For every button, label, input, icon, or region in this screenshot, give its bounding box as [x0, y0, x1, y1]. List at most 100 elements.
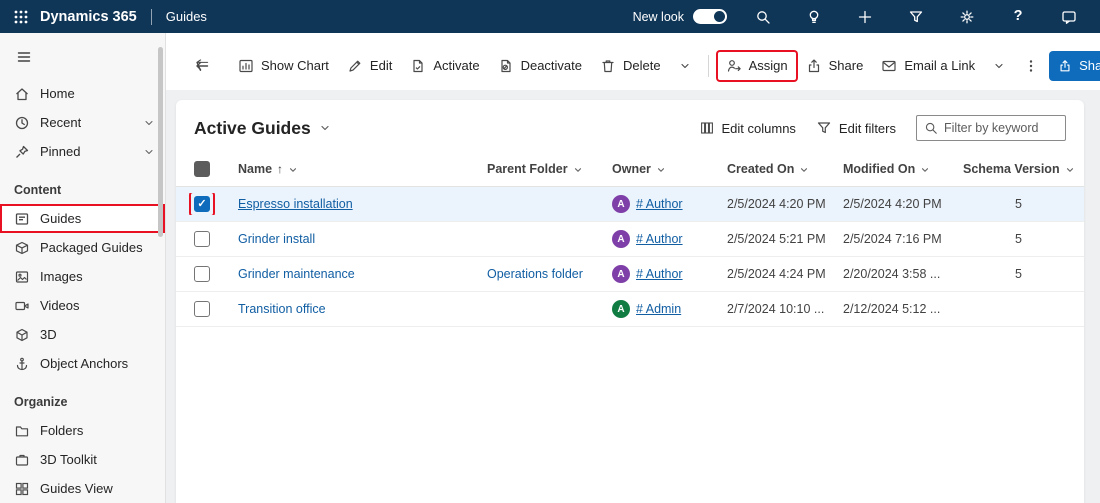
- sidebar-item-label: Guides View: [40, 481, 113, 496]
- edit-button[interactable]: Edit: [339, 52, 400, 80]
- toggle-switch-on[interactable]: [693, 9, 727, 24]
- sidebar-item-guides-view[interactable]: Guides View: [0, 474, 165, 503]
- sitemap-collapse-button[interactable]: [12, 45, 36, 69]
- owner-link[interactable]: # Admin: [636, 302, 681, 316]
- created-on-value: 2/5/2024 4:24 PM: [717, 267, 833, 281]
- chevron-down-icon[interactable]: [143, 146, 155, 158]
- delete-split-chevron[interactable]: [671, 54, 699, 78]
- column-header-modified-on[interactable]: Modified On: [833, 162, 953, 176]
- column-header-parent-folder[interactable]: Parent Folder: [477, 162, 602, 176]
- app-name[interactable]: Guides: [166, 9, 207, 24]
- chevron-down-icon: [799, 164, 809, 174]
- image-icon: [14, 269, 30, 285]
- search-button[interactable]: [748, 2, 778, 32]
- row-checkbox[interactable]: [194, 301, 210, 317]
- app-launcher-button[interactable]: [6, 2, 36, 32]
- activate-button[interactable]: Activate: [402, 52, 487, 80]
- command-overflow-chevron[interactable]: [985, 54, 1013, 78]
- settings-button[interactable]: [952, 2, 982, 32]
- parent-folder-link[interactable]: Operations folder: [487, 267, 583, 281]
- schema-version-value: 5: [953, 267, 1084, 281]
- guide-name-link[interactable]: Grinder maintenance: [238, 267, 355, 281]
- column-header-owner[interactable]: Owner: [602, 162, 717, 176]
- select-all-checkbox[interactable]: [194, 161, 210, 177]
- table-row[interactable]: Transition office A # Admin 2/7/2024 10:…: [176, 292, 1084, 327]
- owner-cell: A # Author: [602, 230, 717, 248]
- guide-name-link[interactable]: Transition office: [238, 302, 326, 316]
- chevron-down-icon: [319, 122, 331, 134]
- hamburger-icon: [16, 49, 32, 65]
- sidebar-item-packaged-guides[interactable]: Packaged Guides: [0, 233, 165, 262]
- chevron-down-icon: [679, 60, 691, 72]
- column-header-name[interactable]: Name ↑: [228, 162, 477, 176]
- row-checkbox[interactable]: [194, 266, 210, 282]
- table-row[interactable]: Espresso installation A # Author 2/5/202…: [176, 187, 1084, 222]
- sidebar-section-organize: Organize: [0, 378, 165, 416]
- deactivate-button[interactable]: Deactivate: [490, 52, 590, 80]
- new-look-toggle[interactable]: New look: [633, 9, 727, 24]
- sidebar-item-3d[interactable]: 3D: [0, 320, 165, 349]
- owner-link[interactable]: # Author: [636, 267, 683, 281]
- table-row[interactable]: Grinder maintenance Operations folder A …: [176, 257, 1084, 292]
- owner-cell: A # Admin: [602, 300, 717, 318]
- column-header-schema-version[interactable]: Schema Version: [953, 162, 1084, 176]
- filter-keyword-input[interactable]: [916, 115, 1066, 141]
- edit-columns-button[interactable]: Edit columns: [699, 120, 796, 136]
- show-chart-button[interactable]: Show Chart: [230, 52, 337, 80]
- sidebar-item-recent[interactable]: Recent: [0, 108, 165, 137]
- guide-name-link[interactable]: Grinder install: [238, 232, 315, 246]
- email-a-link-button[interactable]: Email a Link: [873, 52, 983, 80]
- folder-icon: [14, 423, 30, 439]
- back-button[interactable]: [186, 52, 218, 80]
- chevron-down-icon: [288, 164, 298, 174]
- share-command-button[interactable]: Share: [798, 52, 872, 80]
- row-checkbox[interactable]: [194, 196, 210, 212]
- sidebar-item-label: Videos: [40, 298, 80, 313]
- sidebar-item-label: Recent: [40, 115, 81, 130]
- sidebar-item-object-anchors[interactable]: Object Anchors: [0, 349, 165, 378]
- sidebar-item-videos[interactable]: Videos: [0, 291, 165, 320]
- sidebar-item-label: Guides: [40, 211, 81, 226]
- brand-title[interactable]: Dynamics 365: [40, 9, 137, 25]
- name-cell: Grinder maintenance: [228, 267, 477, 281]
- package-icon: [14, 240, 30, 256]
- delete-button[interactable]: Delete: [592, 52, 669, 80]
- modified-on-value: 2/5/2024 7:16 PM: [833, 232, 953, 246]
- add-button[interactable]: [850, 2, 880, 32]
- table-row[interactable]: Grinder install A # Author 2/5/2024 5:21…: [176, 222, 1084, 257]
- edit-label: Edit: [370, 58, 392, 73]
- sidebar-item-folders[interactable]: Folders: [0, 416, 165, 445]
- guides-grid: Name ↑ Parent Folder Owner: [176, 152, 1084, 503]
- share-primary-button[interactable]: Share: [1049, 51, 1100, 81]
- ideas-button[interactable]: [799, 2, 829, 32]
- column-header-created-on[interactable]: Created On: [717, 162, 833, 176]
- assign-button[interactable]: Assign: [718, 52, 796, 80]
- row-checkbox[interactable]: [194, 231, 210, 247]
- columns-icon: [699, 120, 715, 136]
- sidebar-item-home[interactable]: Home: [0, 79, 165, 108]
- sidebar-item-pinned[interactable]: Pinned: [0, 137, 165, 166]
- help-button[interactable]: ?: [1003, 2, 1033, 32]
- modified-on-value: 2/5/2024 4:20 PM: [833, 197, 953, 211]
- activate-document-icon: [410, 58, 426, 74]
- chevron-down-icon[interactable]: [143, 117, 155, 129]
- topbar-left: Dynamics 365 Guides: [6, 2, 207, 32]
- sidebar-scrollbar-thumb[interactable]: [158, 47, 163, 237]
- filter-button[interactable]: [901, 2, 931, 32]
- sidebar-item-guides[interactable]: Guides: [0, 204, 165, 233]
- sidebar-item-images[interactable]: Images: [0, 262, 165, 291]
- row-checkbox-wrap: [191, 263, 213, 285]
- edit-filters-button[interactable]: Edit filters: [816, 120, 896, 136]
- guide-name-link[interactable]: Espresso installation: [238, 197, 353, 211]
- new-look-label: New look: [633, 10, 684, 24]
- column-label: Created On: [727, 162, 794, 176]
- feedback-button[interactable]: [1054, 2, 1084, 32]
- more-commands-button[interactable]: [1015, 52, 1047, 80]
- owner-link[interactable]: # Author: [636, 197, 683, 211]
- owner-link[interactable]: # Author: [636, 232, 683, 246]
- sort-ascending-icon: ↑: [277, 162, 283, 176]
- sidebar-item-label: Folders: [40, 423, 83, 438]
- view-selector[interactable]: Active Guides: [194, 118, 331, 139]
- owner-avatar: A: [612, 195, 630, 213]
- sidebar-item-3d-toolkit[interactable]: 3D Toolkit: [0, 445, 165, 474]
